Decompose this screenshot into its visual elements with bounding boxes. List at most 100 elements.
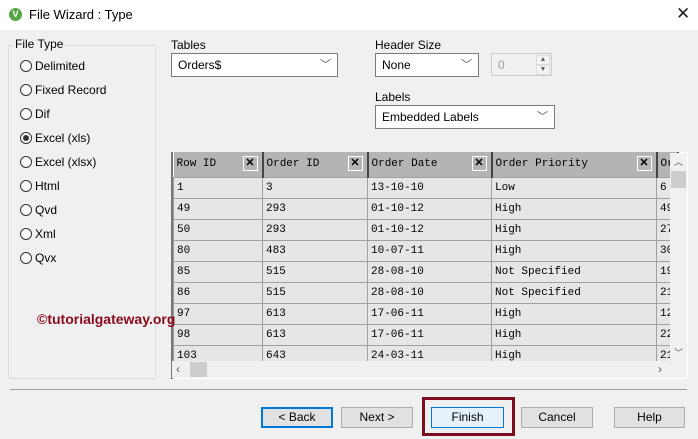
radio-circle-icon[interactable]: [20, 156, 32, 168]
table-cell: 515: [262, 281, 368, 304]
window-title: File Wizard : Type: [29, 7, 133, 22]
table-row: 1 3 13-10-10 Low 6: [173, 176, 679, 199]
radio-dif[interactable]: Dif: [20, 107, 50, 121]
table-cell: High: [491, 302, 657, 325]
scroll-down-icon[interactable]: ﹀: [674, 346, 683, 359]
column-header[interactable]: Order Date ✕: [367, 152, 493, 177]
table-cell: High: [491, 218, 657, 241]
chevron-down-icon: ﹀: [320, 59, 331, 71]
column-header-label: Order Date: [371, 158, 438, 171]
remove-column-icon[interactable]: ✕: [242, 156, 258, 171]
vertical-scroll-thumb[interactable]: [671, 171, 686, 188]
table-cell: 10-07-11: [367, 239, 492, 262]
radio-circle-icon[interactable]: [20, 204, 32, 216]
spin-down-icon[interactable]: ▼: [536, 65, 550, 75]
radio-html[interactable]: Html: [20, 179, 60, 193]
vertical-scrollbar[interactable]: ︿ ﹀: [670, 153, 687, 362]
labels-dropdown[interactable]: Embedded Labels ﹀: [375, 105, 555, 129]
spinner-value: 0: [498, 58, 505, 72]
back-button[interactable]: < Back: [261, 407, 333, 428]
radio-delimited[interactable]: Delimited: [20, 59, 85, 73]
table-cell: 13-10-10: [367, 176, 492, 199]
table-cell: 17-06-11: [367, 323, 492, 346]
radio-qvx[interactable]: Qvx: [20, 251, 56, 265]
table-cell: High: [491, 239, 657, 262]
watermark: ©tutorialgateway.org: [37, 311, 176, 327]
table-cell: 01-10-12: [367, 218, 492, 241]
radio-circle-icon[interactable]: [20, 180, 32, 192]
table-cell: 50: [173, 218, 263, 241]
table-cell: 49: [173, 197, 263, 220]
table-cell: High: [491, 323, 657, 346]
table-cell: 293: [262, 218, 368, 241]
file-type-label: File Type: [14, 37, 65, 51]
header-size-value: None: [382, 58, 411, 72]
radio-circle-icon[interactable]: [20, 108, 32, 120]
remove-column-icon[interactable]: ✕: [471, 156, 487, 171]
table-row: 85 515 28-08-10 Not Specified 19: [173, 260, 679, 283]
next-button[interactable]: Next >: [341, 407, 413, 428]
finish-button[interactable]: Finish: [431, 407, 504, 428]
table-cell: 483: [262, 239, 368, 262]
radio-label: Xml: [35, 227, 56, 241]
radio-xml[interactable]: Xml: [20, 227, 56, 241]
radio-fixed-record[interactable]: Fixed Record: [20, 83, 106, 97]
column-header-label: Row ID: [176, 158, 217, 171]
close-icon[interactable]: ✕: [676, 4, 690, 24]
radio-qvd[interactable]: Qvd: [20, 203, 57, 217]
cancel-button[interactable]: Cancel: [521, 407, 593, 428]
remove-column-icon[interactable]: ✕: [636, 156, 652, 171]
chevron-down-icon: ﹀: [461, 59, 472, 71]
table-row: 49 293 01-10-12 High 49: [173, 197, 679, 220]
table-cell: 80: [173, 239, 263, 262]
column-header[interactable]: Order ID ✕: [262, 152, 369, 177]
table-cell: Low: [491, 176, 657, 199]
scroll-right-icon[interactable]: ›: [658, 362, 662, 376]
horizontal-scrollbar[interactable]: ‹ ›: [172, 361, 670, 378]
radio-label: Qvd: [35, 203, 58, 217]
radio-circle-icon[interactable]: [20, 60, 32, 72]
table-cell: 28-08-10: [367, 260, 492, 283]
remove-column-icon[interactable]: ✕: [347, 156, 363, 171]
header-size-spinner[interactable]: 0 ▲ ▼: [491, 53, 552, 76]
radio-circle-icon[interactable]: [20, 252, 32, 264]
column-header[interactable]: Row ID ✕: [173, 152, 264, 177]
radio-label: Excel (xls): [35, 131, 91, 145]
spin-up-icon[interactable]: ▲: [536, 55, 550, 65]
preview-grid: Row ID ✕ Order ID ✕ Order Date ✕ Order Priorit…: [171, 152, 688, 379]
scroll-corner: [670, 361, 687, 378]
radio-circle-icon[interactable]: [20, 84, 32, 96]
table-cell: Not Specified: [491, 260, 657, 283]
tables-dropdown[interactable]: Orders$ ﹀: [171, 53, 338, 77]
scroll-left-icon[interactable]: ‹: [176, 362, 180, 376]
horizontal-scroll-thumb[interactable]: [190, 362, 207, 377]
table-cell: 3: [262, 176, 368, 199]
chevron-down-icon: ﹀: [537, 111, 548, 123]
tables-label: Tables: [171, 38, 206, 52]
radio-excel-xls[interactable]: Excel (xls): [20, 131, 90, 145]
table-row: 50 293 01-10-12 High 27: [173, 218, 679, 241]
table-cell: 01-10-12: [367, 197, 492, 220]
radio-label: Delimited: [35, 59, 86, 73]
column-header-label: Order ID: [266, 158, 320, 171]
table-cell: 85: [173, 260, 263, 283]
column-header[interactable]: Order Priority ✕: [491, 152, 658, 177]
radio-circle-icon[interactable]: [20, 132, 32, 144]
radio-label: Html: [35, 179, 60, 193]
radio-circle-icon[interactable]: [20, 228, 32, 240]
scroll-up-icon[interactable]: ︿: [674, 155, 683, 168]
labels-value: Embedded Labels: [382, 110, 479, 124]
table-row: 86 515 28-08-10 Not Specified 21: [173, 281, 679, 304]
table-row: 97 613 17-06-11 High 12: [173, 302, 679, 325]
radio-excel-xlsx[interactable]: Excel (xlsx): [20, 155, 96, 169]
table-cell: 97: [173, 302, 263, 325]
app-logo-icon: V: [9, 8, 22, 21]
header-size-dropdown[interactable]: None ﹀: [375, 53, 479, 77]
labels-label: Labels: [375, 90, 411, 104]
help-button[interactable]: Help: [614, 407, 685, 428]
table-cell: 98: [173, 323, 263, 346]
table-cell: 17-06-11: [367, 302, 492, 325]
table-cell: 515: [262, 260, 368, 283]
table-row: 80 483 10-07-11 High 30: [173, 239, 679, 262]
table-cell: 86: [173, 281, 263, 304]
